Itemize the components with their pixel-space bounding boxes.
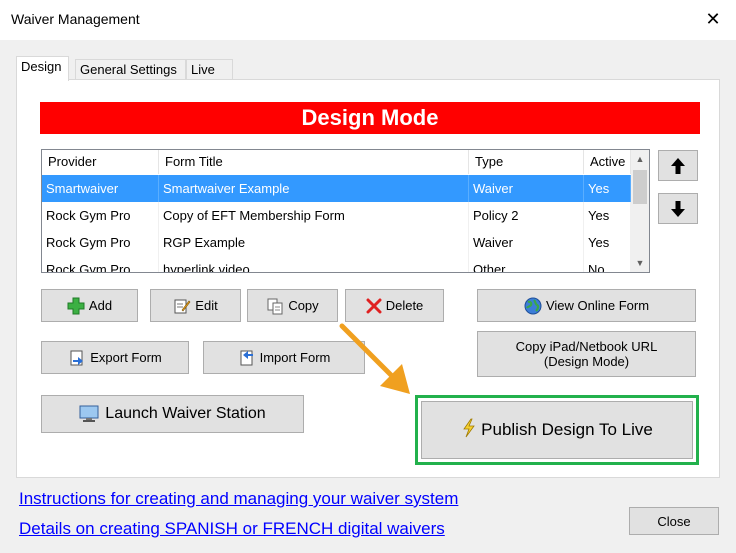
- column-header-active[interactable]: Active: [584, 150, 631, 174]
- cell-provider: Rock Gym Pro: [42, 256, 159, 272]
- design-tab-panel: Design Mode Provider Form Title Type Act…: [16, 79, 720, 478]
- view-online-form-button[interactable]: View Online Form: [477, 289, 696, 322]
- cell-form-title: Smartwaiver Example: [159, 175, 469, 202]
- copy-url-label-line2: (Design Mode): [543, 354, 630, 369]
- cell-form-title: hyperlink video: [159, 256, 469, 272]
- cell-type: Policy 2: [469, 202, 584, 229]
- import-form-label: Import Form: [259, 350, 331, 365]
- delete-button-label: Delete: [385, 298, 424, 313]
- monitor-icon: [79, 405, 99, 423]
- publish-design-to-live-button[interactable]: Publish Design To Live: [421, 401, 693, 459]
- forms-list[interactable]: Provider Form Title Type Active Smartwai…: [41, 149, 650, 273]
- forms-list-scrollbar[interactable]: ▲ ▼: [631, 150, 649, 272]
- cell-type: Waiver: [469, 229, 584, 256]
- launch-waiver-station-label: Launch Waiver Station: [105, 405, 266, 422]
- annotation-arrow: [339, 323, 410, 394]
- column-header-provider[interactable]: Provider: [42, 150, 159, 174]
- edit-button-label: Edit: [195, 298, 218, 313]
- cell-active: Yes: [584, 202, 631, 229]
- copy-ipad-netbook-url-button[interactable]: Copy iPad/Netbook URL (Design Mode): [477, 331, 696, 377]
- cell-type: Other: [469, 256, 584, 272]
- move-down-button[interactable]: [658, 193, 698, 224]
- close-window-icon[interactable]: ✕: [690, 0, 736, 40]
- copy-button-label: Copy: [288, 298, 319, 313]
- design-mode-banner: Design Mode: [40, 102, 700, 134]
- import-icon: [238, 349, 256, 367]
- red-x-delete-icon: [366, 298, 382, 314]
- globe-icon: [524, 297, 542, 315]
- arrow-up-icon: [670, 157, 686, 175]
- cell-provider: Smartwaiver: [42, 175, 159, 202]
- add-button-label: Add: [88, 298, 113, 313]
- publish-button-label: Publish Design To Live: [481, 420, 653, 439]
- spanish-french-waivers-link[interactable]: Details on creating SPANISH or FRENCH di…: [19, 519, 445, 539]
- cell-form-title: RGP Example: [159, 229, 469, 256]
- plus-icon: [67, 297, 85, 315]
- move-up-button[interactable]: [658, 150, 698, 181]
- cell-active: Yes: [584, 229, 631, 256]
- table-row[interactable]: Rock Gym Pro RGP Example Waiver Yes: [42, 229, 631, 256]
- scroll-down-icon[interactable]: ▼: [631, 254, 649, 272]
- table-row[interactable]: Smartwaiver Smartwaiver Example Waiver Y…: [42, 175, 631, 202]
- copy-button[interactable]: Copy: [247, 289, 338, 322]
- column-header-form-title[interactable]: Form Title: [159, 150, 469, 174]
- instructions-link[interactable]: Instructions for creating and managing y…: [19, 489, 458, 509]
- copy-url-label-line1: Copy iPad/Netbook URL: [515, 339, 658, 354]
- window-title: Waiver Management: [11, 11, 140, 27]
- export-form-label: Export Form: [90, 350, 162, 365]
- cell-active: Yes: [584, 175, 631, 202]
- copy-icon: [266, 297, 284, 315]
- close-button[interactable]: Close: [629, 507, 719, 535]
- view-online-form-label: View Online Form: [545, 298, 650, 313]
- lightning-bolt-icon: [461, 418, 477, 443]
- add-button[interactable]: Add: [41, 289, 138, 322]
- close-button-label: Close: [657, 513, 691, 529]
- cell-provider: Rock Gym Pro: [42, 202, 159, 229]
- arrow-down-icon: [670, 200, 686, 218]
- tab-live[interactable]: Live: [186, 59, 233, 80]
- pencil-edit-icon: [173, 297, 191, 315]
- tab-general-settings[interactable]: General Settings: [75, 59, 186, 80]
- export-icon: [68, 349, 86, 367]
- forms-list-header: Provider Form Title Type Active: [42, 150, 631, 174]
- tab-design[interactable]: Design: [16, 56, 69, 81]
- title-bar: Waiver Management ✕: [0, 0, 736, 40]
- export-form-button[interactable]: Export Form: [41, 341, 189, 374]
- scrollbar-thumb[interactable]: [633, 170, 647, 204]
- edit-button[interactable]: Edit: [150, 289, 241, 322]
- table-row[interactable]: Rock Gym Pro hyperlink video Other No: [42, 256, 631, 272]
- cell-active: No: [584, 256, 631, 272]
- cell-provider: Rock Gym Pro: [42, 229, 159, 256]
- launch-waiver-station-button[interactable]: Launch Waiver Station: [41, 395, 304, 433]
- scroll-up-icon[interactable]: ▲: [631, 150, 649, 168]
- publish-highlight-box: Publish Design To Live: [415, 395, 699, 465]
- table-row[interactable]: Rock Gym Pro Copy of EFT Membership Form…: [42, 202, 631, 229]
- column-header-type[interactable]: Type: [469, 150, 584, 174]
- cell-form-title: Copy of EFT Membership Form: [159, 202, 469, 229]
- cell-type: Waiver: [469, 175, 584, 202]
